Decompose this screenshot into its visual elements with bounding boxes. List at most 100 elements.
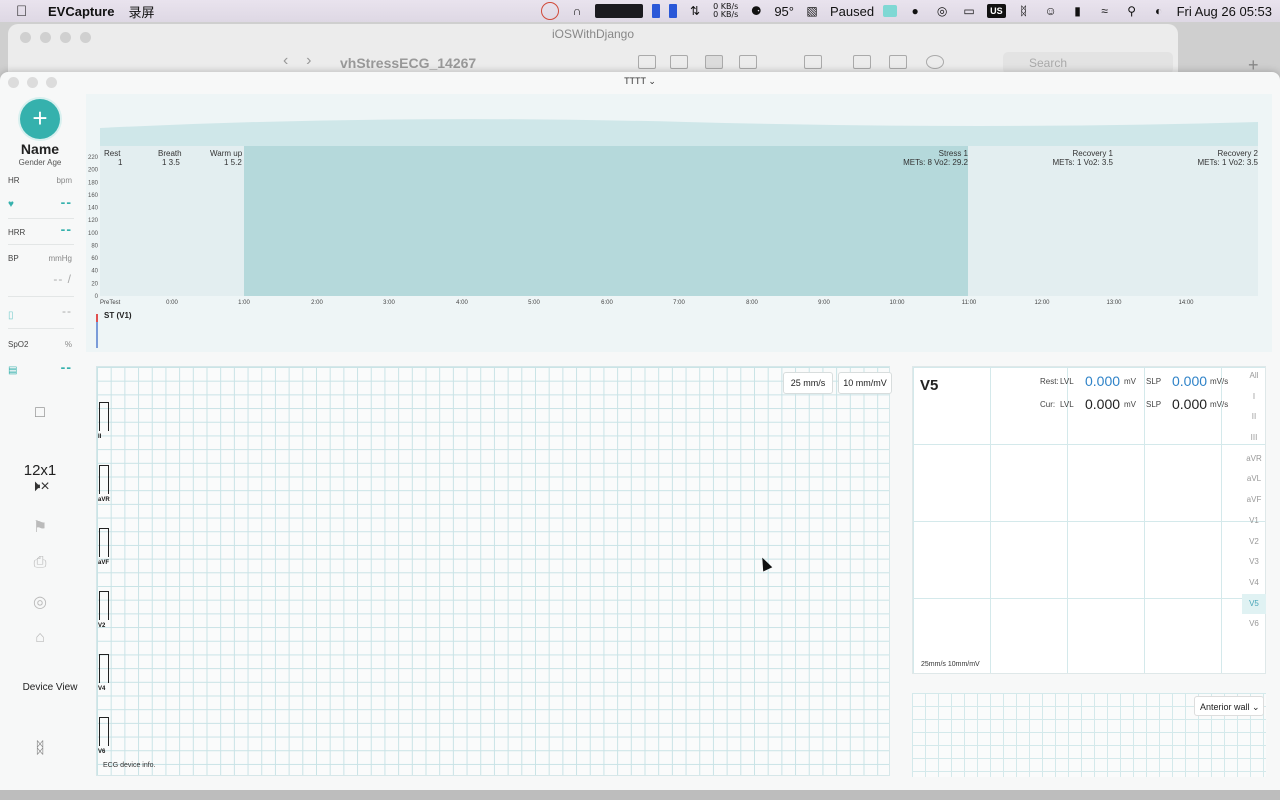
lead-option[interactable]: aVR [1242,449,1266,470]
hrr-label: HRR [8,228,26,237]
lead-option[interactable]: V6 [1242,614,1266,635]
app-window: TTTT ⌄ + Name Gender Age HR bpm ♥ -- HRR… [0,72,1280,790]
mute-icon[interactable]: 🕨× [0,478,80,496]
lead-option[interactable]: V1 [1242,511,1266,532]
bp-value: -- / [53,272,72,286]
temperature[interactable]: 95° [774,4,794,19]
more-icon[interactable] [926,55,944,69]
x-tick-label: 4:00 [456,300,468,306]
flag-icon[interactable]: ⚑ [0,517,80,537]
stage-value: 1 [118,158,123,167]
stress-region [244,146,968,296]
speed-button[interactable]: 25 mm/s [783,372,833,394]
tag-icon[interactable] [889,55,907,69]
lead-option[interactable]: V2 [1242,532,1266,553]
scenery-band [100,119,1258,146]
display-mode-button[interactable]: 12x1 [0,462,80,479]
calibration-pulse [99,402,109,431]
spo2-extra-value: -- [62,304,72,318]
trend-chart-svg: 220200180160140120100806040200PreTest 0:0… [88,119,1258,348]
device-info[interactable]: ECG device info. [103,762,156,769]
lead-option[interactable]: III [1242,428,1266,449]
print-icon[interactable]: ⎙ [0,554,80,572]
y-tick-label: 160 [88,193,99,199]
network-stats[interactable]: 0 KB/s 0 KB/s [713,3,738,19]
stage-name: Rest [104,149,121,158]
clock[interactable]: Fri Aug 26 05:53 [1177,4,1272,19]
hr-label: HR [8,176,20,185]
heart-icon: ♥ [8,199,14,210]
cur-slp-label: SLP [1146,400,1162,409]
stage-value: METs: 8 Vo2: 29.2 [903,158,968,167]
rest-lvl-unit: mV [1124,377,1136,386]
lead-option[interactable]: V5 [1242,593,1266,615]
lead-option[interactable]: aVF [1242,490,1266,511]
ecg-grid[interactable]: 25 mm/s 10 mm/mV II aVR aVF V2 V4 V6 ECG… [96,366,892,776]
rest-label: Rest: [1040,377,1059,386]
device-view-button[interactable]: Device View [0,682,100,693]
cpu-gauge[interactable] [595,4,644,18]
patient-name[interactable]: Name [0,141,80,157]
memory-gauge[interactable] [652,4,661,18]
wall-select-value: Anterior wall [1200,702,1250,712]
add-patient-button[interactable]: + [20,99,60,139]
wifi-icon[interactable]: ≈ [1096,3,1114,19]
bg-search-field[interactable]: Search [1003,52,1173,74]
hr-value: -- [60,194,72,210]
y-tick-label: 80 [91,243,98,249]
x-tick-label: 11:00 [962,300,977,306]
rest-lvl-value: 0.000 [1085,373,1121,389]
column-view-icon[interactable] [705,55,723,69]
battery-icon[interactable]: ▮ [1069,3,1087,19]
lead-option[interactable]: II [1242,407,1266,428]
sidebar: + Name Gender Age HR bpm ♥ -- HRR -- BP … [0,92,80,790]
lead-option[interactable]: V3 [1242,552,1266,573]
video-icon[interactable]: □ [0,404,80,422]
bluetooth-icon[interactable]: ᛥ [0,740,80,758]
display-icon[interactable]: ▭ [960,3,978,19]
disk-gauge[interactable] [669,4,678,18]
app-menu[interactable]: EVCapture [48,4,114,19]
lead-option[interactable]: All [1242,366,1266,387]
lead-option[interactable]: V4 [1242,573,1266,594]
forward-icon[interactable]: › [306,52,311,69]
st-analysis-panel[interactable]: V5 Rest: LVL 0.000 mV SLP 0.000 mV/s Cur… [912,366,1266,674]
user-icon[interactable]: ☺ [1042,3,1060,19]
control-center-icon[interactable]: ◐ [1150,3,1168,19]
app-badge-icon[interactable] [883,5,898,17]
list-view-icon[interactable] [670,55,688,69]
home-icon[interactable]: ⌂ [0,629,80,647]
x-tick-label: 3:00 [383,300,395,306]
lead-label: II [98,434,102,440]
trend-chart[interactable]: 220 200 180 160 140 120 100 80 60 40 20 0 PreTest 0:0… [86,94,1272,352]
menu-record[interactable]: 录屏 [128,2,154,21]
stage-rest: Rest 1 [104,149,122,167]
record-icon[interactable]: ◎ [0,592,80,612]
wordpress-icon[interactable]: ◎ [933,3,951,19]
dock-edge [0,790,1280,800]
search-icon[interactable]: ⚲ [1123,3,1141,19]
screen-record-icon[interactable] [541,2,560,20]
input-source-icon[interactable]: US [987,4,1006,18]
wechat-icon[interactable]: ● [906,3,924,19]
cur-slp-unit: mV/s [1210,400,1229,409]
headphones-icon[interactable]: ∩ [568,3,586,19]
icon-view-icon[interactable] [638,55,656,69]
battery-brain-icon[interactable]: ▧ [803,3,821,19]
x-tick-label: 0:00 [166,300,178,306]
group-icon[interactable] [804,55,822,69]
app-window-title[interactable]: TTTT ⌄ [0,76,1280,87]
gallery-view-icon[interactable] [739,55,757,69]
calibration-pulse [99,528,109,557]
bluetooth-icon[interactable]: ᛥ [1015,3,1033,19]
gain-button[interactable]: 10 mm/mV [838,372,892,394]
lead-option[interactable]: I [1242,387,1266,408]
st-lead-name: V5 [920,377,939,394]
apple-menu-icon[interactable]:  [16,3,34,20]
share-icon[interactable] [853,55,871,69]
wall-select[interactable]: Anterior wall ⌄ [1194,696,1264,716]
back-icon[interactable]: ‹ [283,52,288,69]
lead-option[interactable]: aVL [1242,469,1266,490]
cur-label: Cur: [1040,400,1056,409]
paused-status[interactable]: Paused [830,4,874,19]
